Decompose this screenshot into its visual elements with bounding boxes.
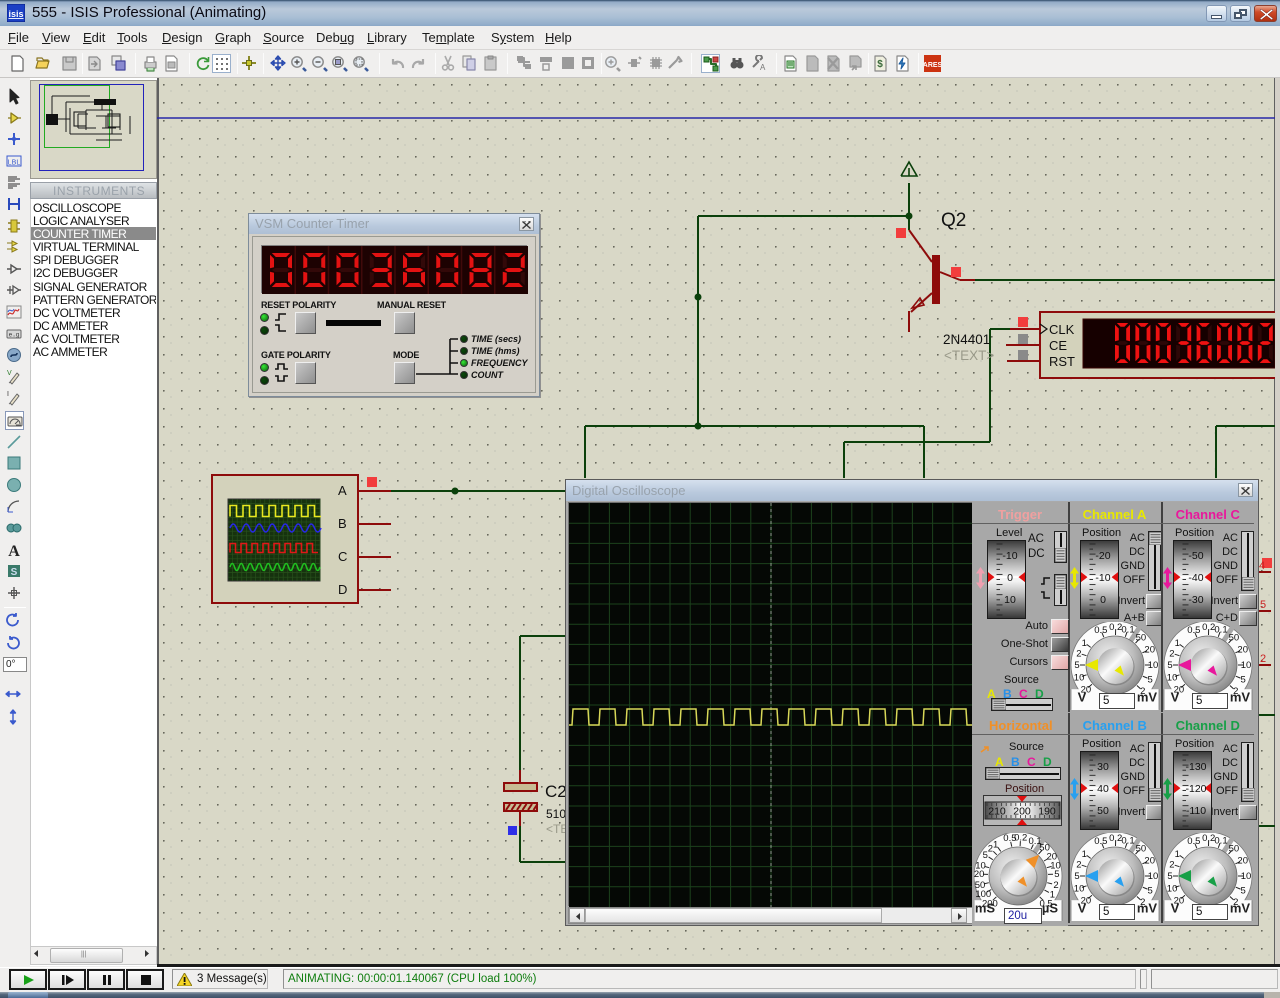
svg-text:0.2: 0.2	[1202, 622, 1215, 633]
svg-text:V: V	[1078, 901, 1087, 916]
svg-text:V: V	[1078, 690, 1087, 705]
svg-text:mS: mS	[975, 901, 996, 916]
svg-text:-40: -40	[1188, 572, 1203, 584]
svg-text:0.2: 0.2	[1109, 833, 1122, 844]
svg-text:C: C	[338, 549, 347, 564]
svg-text:0: 0	[1007, 572, 1013, 584]
svg-text:0.1: 0.1	[1121, 836, 1134, 847]
svg-text:4: 4	[1259, 560, 1265, 572]
svg-text:0.2: 0.2	[1109, 622, 1122, 633]
svg-text:mV: mV	[1230, 690, 1251, 705]
svg-text:2: 2	[1260, 653, 1266, 665]
svg-text:µS: µS	[1042, 901, 1058, 916]
svg-text:A: A	[760, 63, 766, 72]
svg-text:-50: -50	[1188, 550, 1203, 562]
svg-text:10: 10	[1241, 871, 1252, 882]
svg-text:5: 5	[1148, 885, 1153, 896]
svg-text:-10: -10	[1002, 550, 1017, 562]
svg-text:510: 510	[546, 807, 566, 821]
svg-text:30: 30	[1097, 761, 1109, 773]
svg-text:20: 20	[1144, 856, 1155, 867]
svg-text:V: V	[1171, 690, 1180, 705]
svg-text:1: 1	[993, 839, 998, 850]
svg-text:LBL: LBL	[8, 160, 21, 167]
svg-text:0.2: 0.2	[1014, 833, 1027, 843]
svg-text:1: 1	[1175, 849, 1180, 860]
svg-text:V: V	[1171, 901, 1180, 916]
svg-text:2N4401: 2N4401	[943, 332, 990, 347]
svg-text:$: $	[877, 59, 883, 70]
svg-text:Q2: Q2	[941, 210, 966, 231]
svg-text:50: 50	[1229, 843, 1240, 854]
svg-text:20: 20	[1144, 645, 1155, 656]
svg-text:5: 5	[1074, 660, 1079, 671]
svg-text:2: 2	[1076, 860, 1081, 871]
svg-text:10: 10	[1148, 871, 1159, 882]
svg-text:0.5: 0.5	[1094, 836, 1107, 847]
svg-text:20: 20	[1237, 645, 1248, 656]
svg-text:CLK: CLK	[1049, 322, 1075, 337]
svg-text:10: 10	[1074, 673, 1085, 684]
svg-text:5: 5	[1241, 885, 1246, 896]
svg-text:0.5: 0.5	[1187, 836, 1200, 847]
svg-text:mV: mV	[1137, 690, 1158, 705]
svg-text:RST: RST	[1049, 354, 1075, 369]
svg-text:B: B	[338, 516, 347, 531]
svg-text:1: 1	[1082, 638, 1087, 649]
svg-text:10: 10	[1148, 660, 1159, 671]
svg-text:C2: C2	[545, 782, 567, 801]
svg-text:S: S	[11, 567, 18, 578]
svg-text:mV: mV	[1137, 901, 1158, 916]
svg-text:200: 200	[1013, 806, 1031, 818]
svg-text:5: 5	[1074, 871, 1079, 882]
svg-text:A: A	[338, 483, 347, 498]
svg-text:5: 5	[1241, 674, 1246, 685]
svg-text:210: 210	[988, 806, 1006, 818]
svg-text:5: 5	[1167, 660, 1172, 671]
svg-text:20: 20	[974, 869, 984, 880]
svg-text:e.g: e.g	[9, 332, 20, 339]
svg-text:isis: isis	[8, 9, 23, 19]
svg-text:1: 1	[1082, 849, 1087, 860]
svg-text:2: 2	[988, 844, 993, 855]
svg-text:50: 50	[1136, 632, 1147, 643]
svg-text:5: 5	[1167, 871, 1172, 882]
svg-text:0.1: 0.1	[1121, 625, 1134, 636]
svg-text:5: 5	[1054, 869, 1059, 880]
svg-text:2: 2	[1169, 649, 1174, 660]
svg-text:-130: -130	[1185, 761, 1206, 773]
svg-text:0.5: 0.5	[1094, 625, 1107, 636]
svg-text:-20: -20	[1095, 550, 1110, 562]
svg-text:D: D	[338, 582, 347, 597]
svg-text:5: 5	[1260, 599, 1266, 611]
svg-text:CE: CE	[1049, 338, 1067, 353]
svg-text:ARES: ARES	[924, 62, 941, 69]
svg-text:0.2: 0.2	[1202, 833, 1215, 844]
svg-text:50: 50	[1136, 843, 1147, 854]
svg-text:V: V	[7, 370, 12, 377]
svg-text:10: 10	[1004, 594, 1016, 606]
svg-text:10: 10	[1241, 660, 1252, 671]
svg-text:50: 50	[1229, 632, 1240, 643]
svg-text:190: 190	[1038, 806, 1056, 818]
svg-text:1: 1	[1175, 638, 1180, 649]
svg-text:A: A	[8, 543, 20, 559]
svg-text:-120: -120	[1185, 783, 1206, 795]
svg-text:20: 20	[1237, 856, 1248, 867]
svg-text:0.1: 0.1	[1214, 836, 1227, 847]
svg-text:5: 5	[983, 850, 988, 861]
svg-text:2: 2	[1169, 860, 1174, 871]
svg-text:10: 10	[1167, 884, 1178, 895]
svg-text:<TEXT>: <TEXT>	[944, 348, 994, 363]
svg-text:I: I	[7, 391, 9, 398]
svg-text:-10: -10	[1095, 572, 1110, 584]
svg-text:2: 2	[1076, 649, 1081, 660]
svg-text:10: 10	[1074, 884, 1085, 895]
svg-text:40: 40	[1097, 783, 1109, 795]
svg-text:10: 10	[1167, 673, 1178, 684]
svg-text:mV: mV	[1230, 901, 1251, 916]
svg-text:0.5: 0.5	[1187, 625, 1200, 636]
svg-text:0.1: 0.1	[1214, 625, 1227, 636]
svg-text:5: 5	[1148, 674, 1153, 685]
